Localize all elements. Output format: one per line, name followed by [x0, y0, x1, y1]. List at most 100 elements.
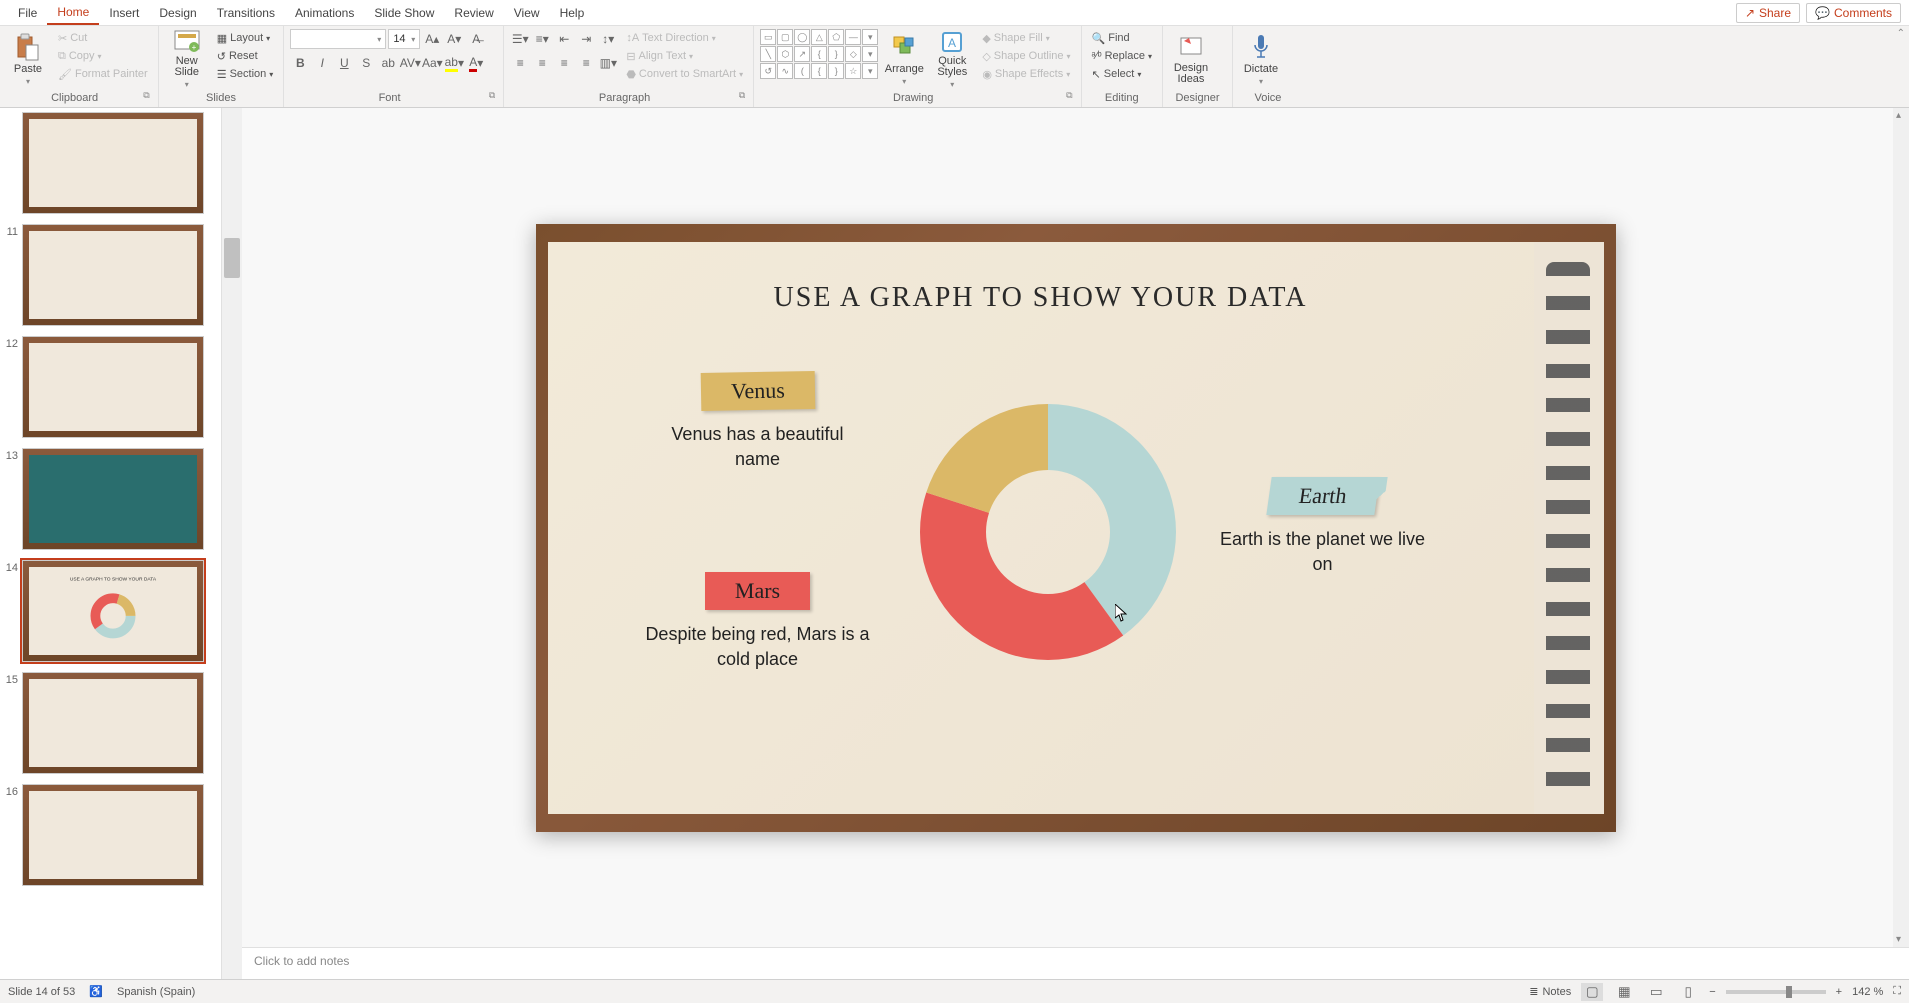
slide-viewport[interactable]: USE A GRAPH TO SHOW YOUR DATA Venus Venu…: [242, 108, 1909, 947]
decrease-font-button[interactable]: A▾: [444, 29, 464, 49]
underline-button[interactable]: U: [334, 53, 354, 73]
dictate-button[interactable]: Dictate▾: [1239, 29, 1283, 89]
paste-button[interactable]: Paste ▾: [6, 29, 50, 89]
slide-thumbnail[interactable]: [22, 224, 204, 326]
earth-tape-label[interactable]: Earth: [1266, 477, 1379, 515]
clipboard-launcher[interactable]: ⧉: [143, 90, 151, 107]
quick-styles-button[interactable]: A Quick Styles▾: [930, 29, 974, 89]
section-button[interactable]: ☰Section▾: [213, 65, 278, 83]
font-launcher[interactable]: ⧉: [489, 90, 497, 107]
comments-button[interactable]: 💬Comments: [1806, 3, 1901, 23]
venus-tape-label[interactable]: Venus: [700, 371, 814, 411]
accessibility-icon[interactable]: ♿: [89, 985, 103, 998]
donut-slice-venus[interactable]: [926, 404, 1048, 513]
slide-thumbnail[interactable]: [22, 784, 204, 886]
font-color-button[interactable]: A▾: [466, 53, 486, 73]
text-direction-button[interactable]: ↕AText Direction▾: [622, 29, 747, 47]
slide-counter[interactable]: Slide 14 of 53: [8, 986, 75, 998]
notes-placeholder[interactable]: Click to add notes: [254, 954, 349, 968]
slide-thumbnail[interactable]: [22, 336, 204, 438]
mars-description[interactable]: Despite being red, Mars is a cold place: [638, 622, 878, 672]
tab-design[interactable]: Design: [149, 2, 206, 24]
mars-tape-label[interactable]: Mars: [705, 572, 810, 610]
slide-thumbnail[interactable]: [22, 448, 204, 550]
scrollbar-thumb[interactable]: [224, 238, 240, 278]
zoom-in-button[interactable]: +: [1836, 986, 1842, 998]
spacing-button[interactable]: AV▾: [400, 53, 420, 73]
shape-outline-button[interactable]: ◇Shape Outline▾: [978, 47, 1074, 65]
venus-description[interactable]: Venus has a beautiful name: [648, 422, 868, 472]
tab-view[interactable]: View: [504, 2, 550, 24]
copy-button[interactable]: ⧉Copy▾: [54, 47, 152, 65]
font-size-combo[interactable]: 14▾: [388, 29, 420, 49]
canvas-scrollbar[interactable]: ▴▾: [1893, 108, 1909, 947]
case-button[interactable]: Aa▾: [422, 53, 442, 73]
find-button[interactable]: 🔍Find: [1088, 29, 1156, 47]
indent-increase-button[interactable]: ⇥: [576, 29, 596, 49]
numbering-button[interactable]: ≡▾: [532, 29, 552, 49]
zoom-level[interactable]: 142 %: [1852, 986, 1883, 998]
zoom-slider[interactable]: [1726, 990, 1826, 994]
thumbs-scrollbar[interactable]: [222, 108, 242, 979]
justify-button[interactable]: ≡: [576, 53, 596, 73]
increase-font-button[interactable]: A▴: [422, 29, 442, 49]
earth-callout[interactable]: Earth Earth is the planet we live on: [1208, 477, 1438, 577]
tab-home[interactable]: Home: [47, 1, 99, 25]
slide-title[interactable]: USE A GRAPH TO SHOW YOUR DATA: [588, 282, 1494, 314]
arrange-button[interactable]: Arrange▾: [882, 29, 926, 89]
paragraph-launcher[interactable]: ⧉: [739, 90, 747, 107]
shadow-button[interactable]: ab: [378, 53, 398, 73]
collapse-ribbon-button[interactable]: ⌃: [1897, 28, 1905, 39]
mars-callout[interactable]: Mars Despite being red, Mars is a cold p…: [638, 572, 878, 672]
new-slide-button[interactable]: + New Slide ▾: [165, 29, 209, 89]
notes-pane[interactable]: Click to add notes: [242, 947, 1909, 979]
slide-thumbnail[interactable]: [22, 672, 204, 774]
share-button[interactable]: ↗Share: [1736, 3, 1800, 23]
drawing-launcher[interactable]: ⧉: [1066, 90, 1074, 107]
tab-help[interactable]: Help: [550, 2, 595, 24]
shape-effects-button[interactable]: ◉Shape Effects▾: [978, 65, 1074, 83]
fit-to-window-button[interactable]: ⛶: [1893, 985, 1901, 998]
layout-button[interactable]: ▦Layout▾: [213, 29, 278, 47]
indent-decrease-button[interactable]: ⇤: [554, 29, 574, 49]
tab-transitions[interactable]: Transitions: [207, 2, 285, 24]
shapes-gallery[interactable]: ▭▢◯△⬠—▾ ╲⬡↗{}◇▾ ↺∿({}☆▾: [760, 29, 878, 79]
align-left-button[interactable]: ≡: [510, 53, 530, 73]
bullets-button[interactable]: ☰▾: [510, 29, 530, 49]
strike-button[interactable]: S: [356, 53, 376, 73]
columns-button[interactable]: ▥▾: [598, 53, 618, 73]
slideshow-view-button[interactable]: ▯: [1677, 983, 1699, 1001]
language-indicator[interactable]: Spanish (Spain): [117, 986, 195, 998]
align-text-button[interactable]: ⊟Align Text▾: [622, 47, 747, 65]
replace-button[interactable]: ᵃ⁄ᵇReplace▾: [1088, 47, 1156, 65]
tab-insert[interactable]: Insert: [99, 2, 149, 24]
design-ideas-button[interactable]: Design Ideas: [1169, 29, 1213, 89]
line-spacing-button[interactable]: ↕▾: [598, 29, 618, 49]
tab-animations[interactable]: Animations: [285, 2, 364, 24]
highlight-button[interactable]: ab▾: [444, 53, 464, 73]
bold-button[interactable]: B: [290, 53, 310, 73]
zoom-out-button[interactable]: −: [1709, 986, 1715, 998]
align-right-button[interactable]: ≡: [554, 53, 574, 73]
venus-callout[interactable]: Venus Venus has a beautiful name: [648, 372, 868, 472]
notes-toggle[interactable]: ≣Notes: [1529, 985, 1571, 998]
font-name-combo[interactable]: ▾: [290, 29, 386, 49]
slide-thumbnail[interactable]: [22, 112, 204, 214]
tab-slideshow[interactable]: Slide Show: [364, 2, 444, 24]
smartart-button[interactable]: ⬣Convert to SmartArt▾: [622, 65, 747, 83]
slide-thumbnail[interactable]: USE A GRAPH TO SHOW YOUR DATA: [22, 560, 204, 662]
cut-button[interactable]: ✂Cut: [54, 29, 152, 47]
donut-chart[interactable]: [918, 402, 1178, 662]
tab-file[interactable]: File: [8, 2, 47, 24]
shape-fill-button[interactable]: ◆Shape Fill▾: [978, 29, 1074, 47]
clear-formatting-button[interactable]: A̶: [466, 29, 486, 49]
slide[interactable]: USE A GRAPH TO SHOW YOUR DATA Venus Venu…: [536, 224, 1616, 832]
normal-view-button[interactable]: ▢: [1581, 983, 1603, 1001]
format-painter-button[interactable]: 🖌Format Painter: [54, 65, 152, 83]
tab-review[interactable]: Review: [444, 2, 503, 24]
slide-thumbnails-pane[interactable]: 11 12 13 14 USE A GRAPH TO SHOW YOUR DAT…: [0, 108, 222, 979]
align-center-button[interactable]: ≡: [532, 53, 552, 73]
sorter-view-button[interactable]: ▦: [1613, 983, 1635, 1001]
reading-view-button[interactable]: ▭: [1645, 983, 1667, 1001]
reset-button[interactable]: ↺Reset: [213, 47, 278, 65]
